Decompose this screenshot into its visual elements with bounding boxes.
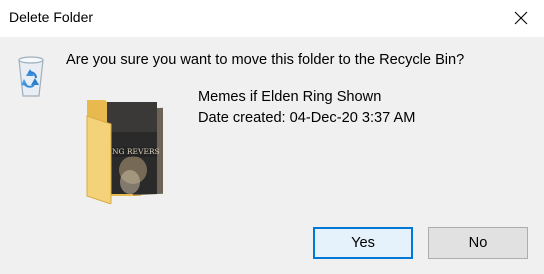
folder-date-created: Date created: 04-Dec-20 3:37 AM (198, 110, 416, 126)
folder-details: Memes if Elden Ring Shown Date created: … (198, 87, 415, 129)
window-title: Delete Folder (9, 9, 94, 25)
title-bar: Delete Folder (0, 0, 544, 37)
confirmation-question: Are you sure you want to move this folde… (66, 52, 465, 68)
folder-thumbnail-icon: ING REVERS (83, 92, 183, 205)
yes-button[interactable]: Yes (313, 227, 413, 259)
thumbnail-caption: ING REVERS (109, 147, 160, 156)
recycle-bin-icon (13, 54, 49, 100)
no-button[interactable]: No (428, 227, 528, 259)
close-icon (514, 11, 528, 25)
close-button[interactable] (498, 0, 544, 37)
folder-name: Memes if Elden Ring Shown (198, 89, 382, 105)
